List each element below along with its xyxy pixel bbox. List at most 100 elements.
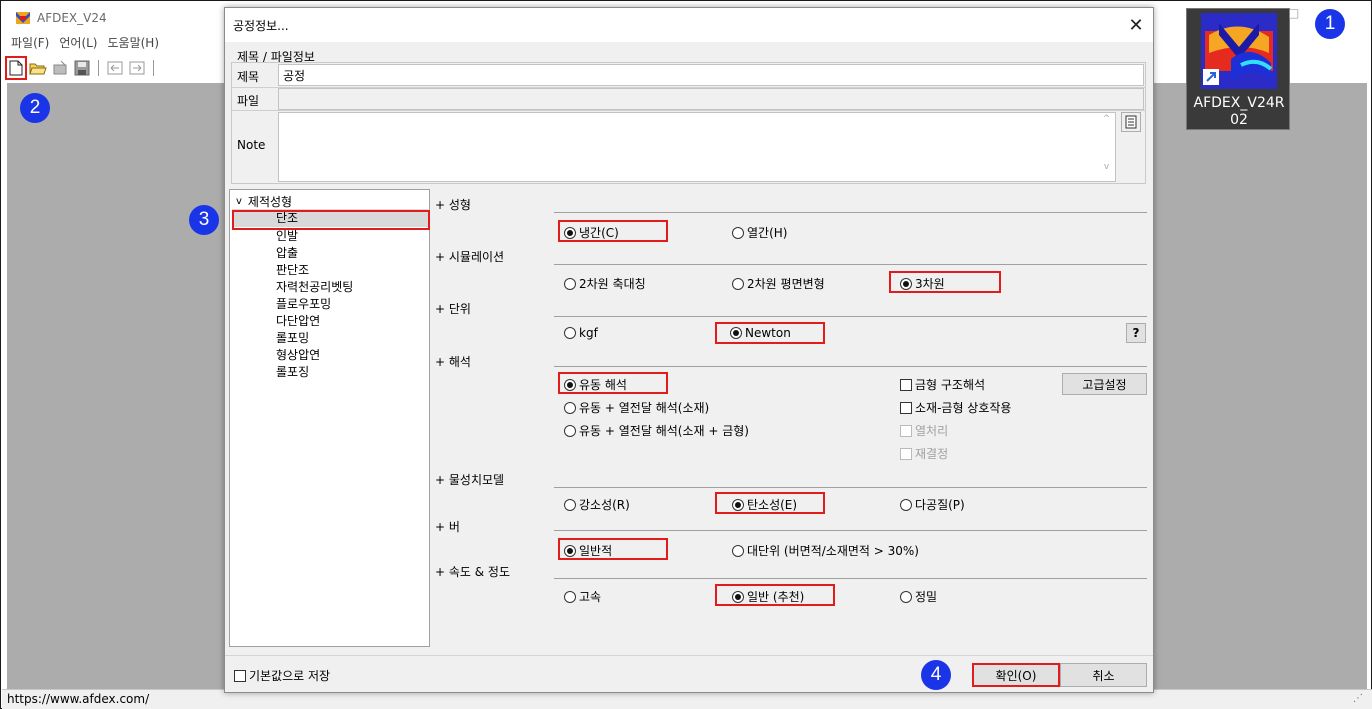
radio-speed-precise[interactable]: 정밀 bbox=[900, 588, 937, 605]
open-folder-icon[interactable] bbox=[29, 59, 47, 77]
scroll-up-icon[interactable]: ^ bbox=[1098, 114, 1115, 124]
radio-indicator bbox=[564, 498, 576, 511]
process-info-dialog: 공정정보... ✕ 제목 / 파일정보 제목 공정 파일 Note ^ v v … bbox=[224, 7, 1154, 693]
radio-rigid-plastic[interactable]: 강소성(R) bbox=[564, 496, 630, 513]
tree-item-shape-rolling[interactable]: 형상압연 bbox=[276, 347, 320, 364]
checkbox-material-die-interaction-label: 소재-금형 상호작용 bbox=[915, 401, 1012, 415]
tree-item-sheet-forging[interactable]: 판단조 bbox=[276, 262, 309, 279]
toolbar-separator bbox=[98, 60, 99, 76]
shortcut-label-line1: AFDEX_V24R bbox=[1193, 95, 1285, 111]
save-icon[interactable] bbox=[73, 59, 91, 77]
radio-2d-plane-strain-label: 2차원 평면변형 bbox=[747, 277, 825, 291]
radio-porous[interactable]: 다공질(P) bbox=[900, 496, 965, 513]
forming-type-tree: v 제적성형 단조 인발 압출 판단조 자력천공리벳팅 플로우포밍 다단압연 롤… bbox=[229, 189, 430, 647]
radio-hot-label: 열간(H) bbox=[747, 226, 788, 240]
window-controls: □ bbox=[1288, 6, 1299, 20]
checkbox-save-default[interactable]: 기본값으로 저장 bbox=[234, 667, 330, 684]
shortcut-label-line2: 02 bbox=[1230, 112, 1248, 128]
checkbox-box bbox=[234, 669, 246, 682]
radio-indicator bbox=[564, 277, 576, 290]
radio-burr-large-label: 대단위 (버면적/소재면적 > 30%) bbox=[747, 544, 919, 558]
scroll-down-icon[interactable]: v bbox=[1098, 162, 1115, 172]
radio-rigid-plastic-label: 강소성(R) bbox=[579, 498, 630, 512]
highlight-tree-forging bbox=[232, 210, 430, 230]
checkbox-die-structural[interactable]: 금형 구조해석 bbox=[900, 376, 985, 393]
section-forming: + 성형 bbox=[435, 198, 471, 212]
divider bbox=[554, 264, 1147, 265]
tree-item-roll-forging[interactable]: 롤포징 bbox=[276, 364, 309, 381]
divider bbox=[554, 578, 1147, 579]
checkbox-box bbox=[900, 378, 912, 391]
radio-speed-fast[interactable]: 고속 bbox=[564, 588, 601, 605]
checkbox-heat-treatment-label: 열처리 bbox=[915, 424, 949, 438]
tree-item-roll-forming[interactable]: 롤포밍 bbox=[276, 330, 309, 347]
menu-language[interactable]: 언어(L) bbox=[59, 34, 97, 51]
checkbox-box bbox=[900, 447, 912, 460]
section-analysis: + 해석 bbox=[435, 355, 471, 369]
cancel-button[interactable]: 취소 bbox=[1060, 663, 1147, 687]
tree-root[interactable]: v 제적성형 bbox=[236, 193, 292, 210]
app-title: AFDEX_V24 bbox=[37, 11, 107, 25]
divider bbox=[554, 530, 1147, 531]
highlight-flow-analysis bbox=[558, 372, 668, 394]
callout-3: 3 bbox=[189, 205, 219, 235]
restore-icon[interactable]: □ bbox=[1288, 6, 1299, 20]
divider bbox=[554, 487, 1147, 488]
app-logo-icon bbox=[15, 10, 31, 26]
title-input[interactable]: 공정 bbox=[278, 64, 1144, 86]
highlight-ok bbox=[972, 663, 1060, 687]
callout-2: 2 bbox=[20, 93, 50, 123]
radio-2d-plane-strain[interactable]: 2차원 평면변형 bbox=[732, 275, 825, 292]
radio-indicator bbox=[900, 498, 912, 511]
tree-item-extrusion[interactable]: 압출 bbox=[276, 245, 298, 262]
section-speed-accuracy: + 속도 & 정도 bbox=[435, 565, 511, 579]
checkbox-recrystallization-label: 재결정 bbox=[915, 447, 949, 461]
tree-item-drawing[interactable]: 인발 bbox=[276, 228, 298, 245]
title-label: 제목 bbox=[237, 70, 260, 84]
radio-indicator bbox=[900, 590, 912, 603]
checkbox-save-default-label: 기본값으로 저장 bbox=[249, 669, 331, 683]
menu-file[interactable]: 파일(F) bbox=[11, 34, 49, 51]
file-label: 파일 bbox=[237, 94, 260, 108]
divider bbox=[225, 655, 1153, 656]
import-icon[interactable] bbox=[106, 59, 124, 77]
status-url: https://www.afdex.com/ bbox=[7, 692, 150, 706]
highlight-speed-normal bbox=[715, 584, 835, 606]
checkbox-heat-treatment: 열처리 bbox=[900, 422, 948, 439]
tree-item-multi-pass-rolling[interactable]: 다단압연 bbox=[276, 313, 320, 330]
radio-flow-heat-material-die-label: 유동 + 열전달 해석(소재 + 금형) bbox=[579, 424, 749, 438]
desktop-shortcut[interactable]: AFDEX_V24R 02 bbox=[1186, 8, 1290, 130]
menu-help[interactable]: 도움말(H) bbox=[108, 34, 160, 51]
radio-indicator bbox=[564, 590, 576, 603]
note-edit-button[interactable] bbox=[1121, 112, 1141, 132]
checkbox-box bbox=[900, 401, 912, 414]
close-file-icon[interactable] bbox=[51, 59, 69, 77]
note-textarea[interactable] bbox=[278, 112, 1116, 182]
section-material-model: + 물성치모델 bbox=[435, 473, 505, 487]
resize-grip-icon[interactable]: ⋰ bbox=[1353, 693, 1363, 704]
radio-indicator bbox=[732, 544, 744, 557]
radio-burr-large[interactable]: 대단위 (버면적/소재면적 > 30%) bbox=[732, 542, 919, 559]
radio-2d-axisymmetric[interactable]: 2차원 축대칭 bbox=[564, 275, 646, 292]
radio-hot[interactable]: 열간(H) bbox=[732, 224, 787, 241]
radio-porous-label: 다공질(P) bbox=[915, 498, 965, 512]
unit-help-button[interactable]: ? bbox=[1126, 323, 1146, 343]
radio-flow-heat-material-die[interactable]: 유동 + 열전달 해석(소재 + 금형) bbox=[564, 422, 749, 439]
checkbox-material-die-interaction[interactable]: 소재-금형 상호작용 bbox=[900, 399, 1011, 416]
advanced-settings-button[interactable]: 고급설정 bbox=[1062, 373, 1147, 395]
radio-flow-heat-material[interactable]: 유동 + 열전달 해석(소재) bbox=[564, 399, 709, 416]
tree-item-flow-forming[interactable]: 플로우포밍 bbox=[276, 296, 331, 313]
callout-1: 1 bbox=[1315, 9, 1345, 39]
notepad-icon bbox=[1125, 115, 1137, 129]
divider bbox=[554, 212, 1147, 213]
note-scrollbar[interactable]: ^ v bbox=[1098, 112, 1115, 182]
note-label: Note bbox=[237, 138, 266, 152]
dialog-titlebar: 공정정보... ✕ bbox=[225, 8, 1153, 42]
radio-kgf[interactable]: kgf bbox=[564, 326, 598, 340]
close-icon[interactable]: ✕ bbox=[1123, 12, 1149, 38]
export-icon[interactable] bbox=[128, 59, 146, 77]
tree-item-self-pierce-riveting[interactable]: 자력천공리벳팅 bbox=[276, 279, 353, 296]
afdex-shortcut-icon bbox=[1201, 13, 1277, 89]
chevron-down-icon[interactable]: v bbox=[236, 196, 242, 207]
highlight-cold bbox=[558, 220, 668, 242]
